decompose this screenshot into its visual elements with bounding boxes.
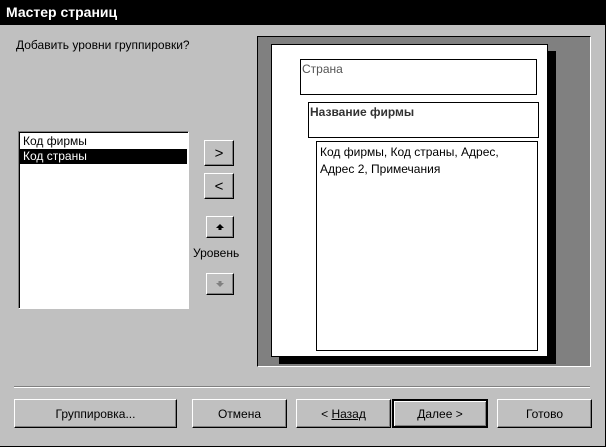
back-button[interactable]: < Назад [296, 399, 391, 428]
priority-up-button[interactable] [206, 216, 234, 238]
grouping-prompt: Добавить уровни группировки? [16, 38, 190, 52]
preview-group-2: Название фирмы [308, 102, 539, 138]
up-arrow-icon [216, 224, 224, 230]
preview-group-1: Страна [300, 59, 537, 95]
priority-down-button[interactable] [206, 273, 234, 295]
next-button[interactable]: Далее > [392, 399, 488, 428]
report-wizard-window: Мастер страниц Добавить уровни группиров… [0, 0, 606, 447]
next-label: Далее > [417, 406, 463, 421]
cancel-button[interactable]: Отмена [192, 399, 287, 428]
finish-button[interactable]: Готово [497, 399, 592, 428]
add-group-button[interactable]: > [204, 140, 234, 166]
level-label: Уровень [193, 246, 240, 260]
cancel-label: Отмена [217, 406, 262, 421]
grouping-options-label: Группировка... [55, 406, 136, 421]
back-label: < Назад [321, 407, 366, 421]
back-arrow: < [321, 406, 332, 421]
list-item-kod-strany[interactable]: Код страны [20, 149, 187, 164]
finish-label: Готово [525, 406, 564, 421]
list-item-kod-firmy[interactable]: Код фирмы [20, 134, 187, 149]
back-text: Назад [331, 406, 366, 421]
footer-separator [14, 386, 590, 388]
available-fields-list[interactable]: Код фирмы Код страны [18, 131, 189, 309]
preview-detail-fields: Код фирмы, Код страны, Адрес, Адрес 2, П… [316, 141, 538, 351]
remove-group-button[interactable]: < [204, 173, 234, 199]
add-group-label: > [214, 144, 224, 162]
down-arrow-icon [216, 281, 224, 287]
window-title: Мастер страниц [0, 0, 605, 25]
preview-page: Страна Название фирмы Код фирмы, Код стр… [271, 44, 548, 357]
layout-preview: Страна Название фирмы Код фирмы, Код стр… [257, 36, 591, 367]
remove-group-label: < [214, 177, 224, 195]
grouping-options-button[interactable]: Группировка... [14, 399, 177, 428]
